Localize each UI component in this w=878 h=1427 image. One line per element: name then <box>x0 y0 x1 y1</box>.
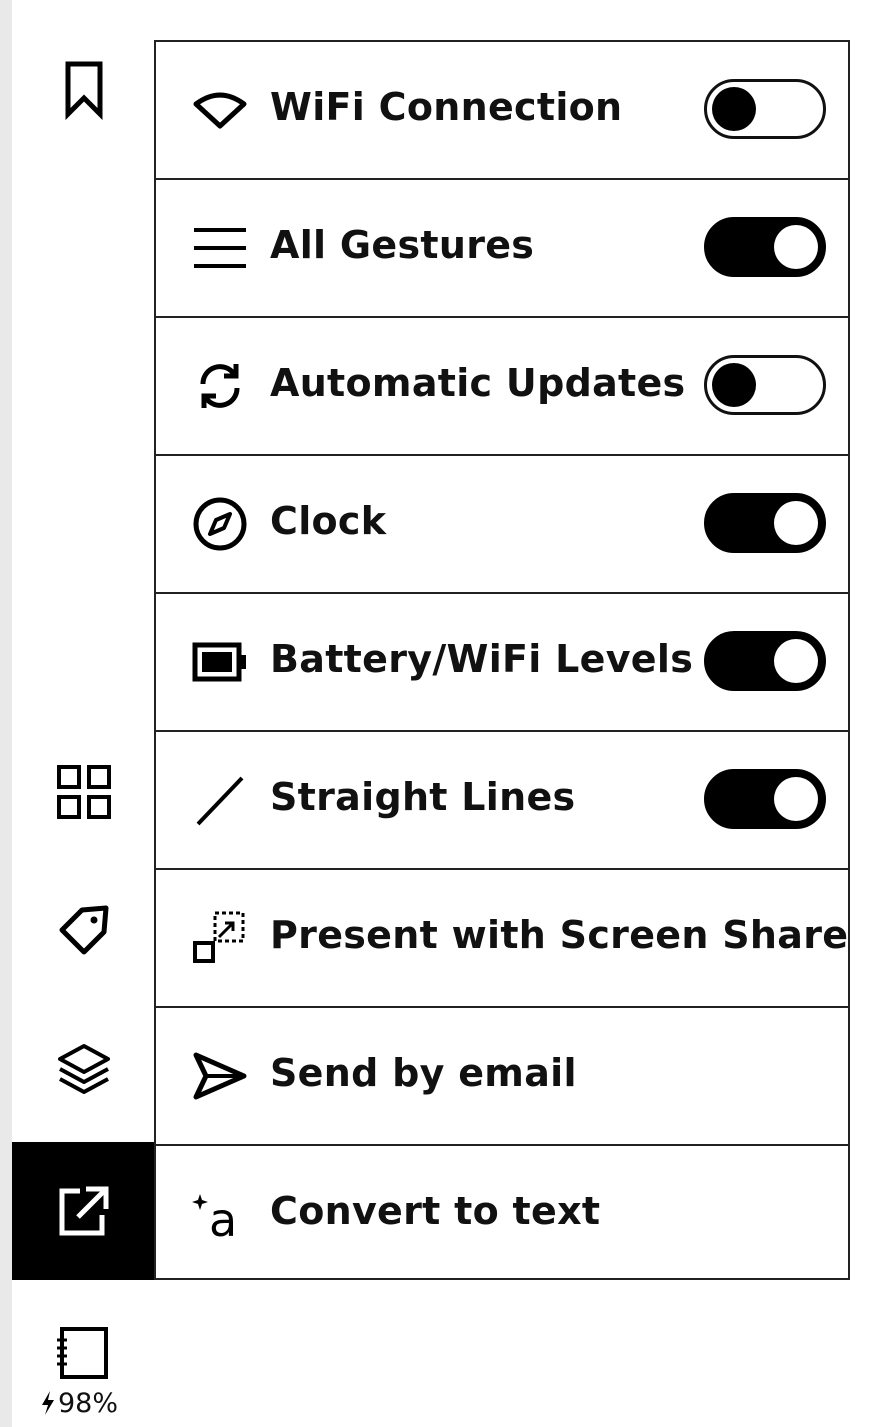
layers-icon <box>54 1042 114 1098</box>
line-icon <box>190 732 250 868</box>
menu-item-label: WiFi Connection <box>270 85 623 129</box>
updates-toggle[interactable] <box>704 355 826 415</box>
menu-item-convert-to-text[interactable]: a Convert to text <box>156 1146 848 1284</box>
menu-item-label: Battery/WiFi Levels <box>270 637 694 681</box>
bookmark-icon <box>62 60 106 120</box>
sync-icon <box>190 318 250 454</box>
wifi-icon <box>190 42 250 178</box>
sidebar: 98% <box>12 0 155 1427</box>
lightning-icon <box>40 1390 56 1420</box>
screen-edge <box>0 0 12 1427</box>
menu-item-send-by-email[interactable]: Send by email <box>156 1008 848 1146</box>
export-button[interactable] <box>12 1142 155 1280</box>
menu-item-label: Send by email <box>270 1051 577 1095</box>
layers-button[interactable] <box>12 1030 155 1110</box>
menu-item-label: Clock <box>270 499 387 543</box>
toggle-knob <box>712 363 756 407</box>
toggle-knob <box>712 87 756 131</box>
menu-item-label: Automatic Updates <box>270 361 686 405</box>
tag-icon <box>54 900 114 960</box>
compass-icon <box>190 456 250 592</box>
menu-item-straight-lines[interactable]: Straight Lines <box>156 732 848 870</box>
menu-item-wifi-connection[interactable]: WiFi Connection <box>156 42 848 180</box>
battery-status: 98% <box>12 1322 155 1422</box>
grid-icon <box>56 764 112 820</box>
toggle-knob <box>774 777 818 821</box>
notebook-icon <box>54 1326 112 1386</box>
gestures-toggle[interactable] <box>704 217 826 277</box>
send-icon <box>190 1008 250 1144</box>
wifi-toggle[interactable] <box>704 79 826 139</box>
menu-item-battery-wifi-levels[interactable]: Battery/WiFi Levels <box>156 594 848 732</box>
menu-item-present-screen-share[interactable]: Present with Screen Share <box>156 870 848 1008</box>
clock-toggle[interactable] <box>704 493 826 553</box>
grid-view-button[interactable] <box>12 752 155 832</box>
battery-icon <box>190 594 250 730</box>
menu-item-all-gestures[interactable]: All Gestures <box>156 180 848 318</box>
options-menu: WiFi Connection All Gestures Automatic U… <box>154 40 850 1280</box>
svg-text:a: a <box>209 1193 237 1244</box>
convert-text-icon: a <box>190 1146 250 1282</box>
export-icon <box>54 1181 114 1241</box>
straight-lines-toggle[interactable] <box>704 769 826 829</box>
screen-share-icon <box>190 870 250 1006</box>
toggle-knob <box>774 501 818 545</box>
toggle-knob <box>774 639 818 683</box>
menu-item-label: Convert to text <box>270 1189 601 1233</box>
menu-item-clock[interactable]: Clock <box>156 456 848 594</box>
battery-levels-toggle[interactable] <box>704 631 826 691</box>
battery-level: 98% <box>58 1388 119 1419</box>
tag-button[interactable] <box>12 890 155 970</box>
bookmark-button[interactable] <box>12 50 155 130</box>
toggle-knob <box>774 225 818 269</box>
menu-item-label: Present with Screen Share <box>270 913 849 957</box>
menu-item-label: All Gestures <box>270 223 535 267</box>
menu-item-automatic-updates[interactable]: Automatic Updates <box>156 318 848 456</box>
menu-lines-icon <box>190 180 250 316</box>
menu-item-label: Straight Lines <box>270 775 576 819</box>
